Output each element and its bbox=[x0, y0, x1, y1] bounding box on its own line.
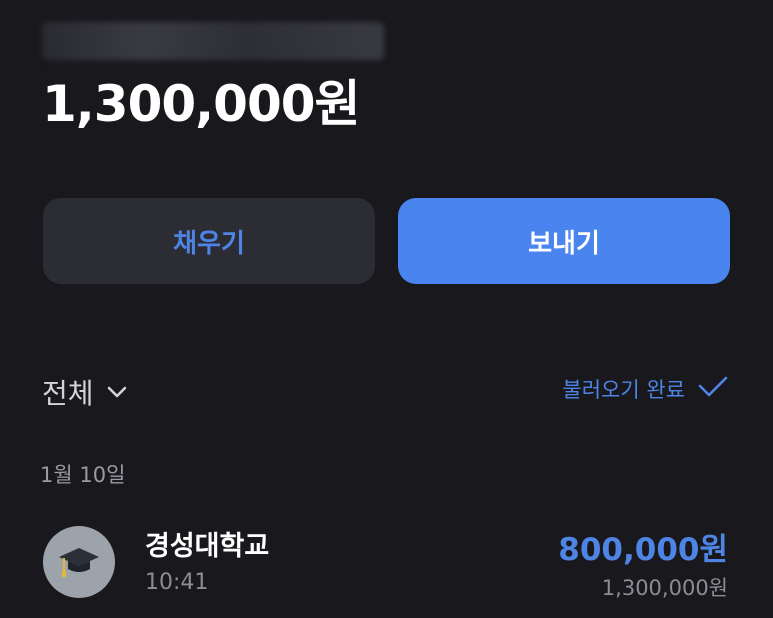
transaction-amount: 800,000원 bbox=[558, 532, 728, 568]
check-icon bbox=[697, 375, 729, 404]
filter-dropdown[interactable]: 전체 bbox=[42, 372, 128, 412]
filter-label: 전체 bbox=[42, 377, 94, 410]
graduation-cap-icon bbox=[43, 526, 115, 598]
transaction-balance-after: 1,300,000원 bbox=[601, 576, 728, 600]
transaction-time: 10:41 bbox=[145, 570, 209, 595]
transaction-name: 경성대학교 bbox=[145, 531, 270, 562]
date-header: 1월 10일 bbox=[40, 463, 126, 487]
load-status: 불러오기 완료 bbox=[562, 374, 729, 404]
charge-button[interactable]: 채우기 bbox=[43, 198, 375, 284]
account-balance: 1,300,000원 bbox=[42, 75, 361, 133]
load-status-label: 불러오기 완료 bbox=[562, 378, 685, 402]
send-button[interactable]: 보내기 bbox=[398, 198, 730, 284]
chevron-down-icon bbox=[106, 385, 128, 399]
transaction-row[interactable]: 경성대학교 10:41 800,000원 1,300,000원 bbox=[0, 520, 773, 610]
account-name-blurred bbox=[42, 22, 384, 60]
